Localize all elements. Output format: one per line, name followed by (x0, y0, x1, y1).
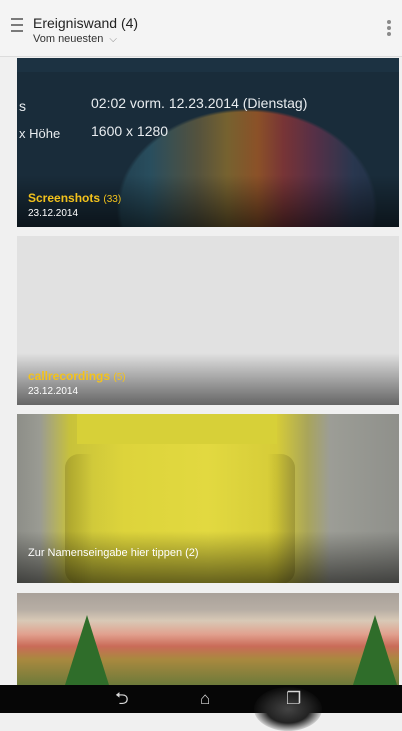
album-card-callrecordings[interactable]: callrecordings (5) 23.12.2014 (17, 236, 399, 405)
album-card-photo[interactable] (17, 593, 399, 685)
album-card-unnamed[interactable]: Zur Namenseingabe hier tippen (2) (17, 414, 399, 583)
app-bar: Ereigniswand (4) Vom neuesten ⌵ (0, 0, 402, 57)
album-name: callrecordings (28, 369, 111, 383)
album-name: Screenshots (28, 191, 101, 205)
photo-tree (65, 615, 109, 685)
album-date: 23.12.2014 (28, 386, 79, 397)
meta-size-value: 1600 x 1280 (91, 123, 169, 139)
back-icon[interactable]: ⮌ (115, 689, 129, 709)
album-card-screenshots[interactable]: s 02:02 vorm. 12.23.2014 (Dienstag) x Hö… (17, 58, 399, 227)
more-vert-icon[interactable] (386, 20, 392, 38)
sort-label: Vom neuesten (33, 33, 104, 45)
chevron-down-icon: ⌵ (109, 34, 117, 45)
home-icon[interactable]: ⌂ (200, 689, 210, 709)
album-count: (5) (113, 372, 126, 383)
album-date: 23.12.2014 (28, 208, 79, 219)
meta-size-label: x Höhe (19, 126, 61, 141)
hamburger-menu-icon[interactable] (11, 18, 23, 32)
photo-object (77, 414, 277, 444)
photo-tree (353, 615, 397, 685)
album-name-placeholder[interactable]: Zur Namenseingabe hier tippen (2) (28, 547, 199, 559)
album-count: (33) (103, 194, 122, 205)
recent-apps-icon[interactable]: ❐ (286, 689, 301, 709)
meta-timestamp: 02:02 vorm. 12.23.2014 (Dienstag) (91, 95, 308, 111)
album-title: Screenshots (33) (28, 191, 121, 205)
sort-dropdown[interactable]: Vom neuesten ⌵ (33, 33, 117, 45)
page-title: Ereigniswand (4) (33, 15, 139, 31)
system-nav-bar: ⮌ ⌂ ❐ (0, 685, 402, 731)
album-title: callrecordings (5) (28, 369, 126, 383)
meta-label-fragment: s (19, 98, 26, 114)
